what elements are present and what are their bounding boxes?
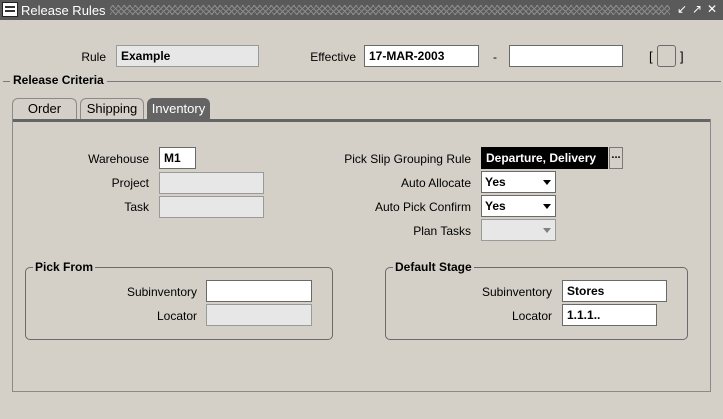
task-label: Task: [124, 200, 149, 214]
default-stage-locator-label: Locator: [511, 309, 552, 323]
chevron-down-icon: [543, 228, 551, 233]
window-title: Release Rules: [21, 3, 106, 18]
warehouse-field[interactable]: M1: [159, 147, 196, 169]
default-stage-locator-field[interactable]: 1.1.1..: [562, 304, 657, 326]
pick-from-locator-field[interactable]: [206, 304, 312, 326]
auto-pick-confirm-label: Auto Pick Confirm: [374, 200, 471, 214]
rule-label: Rule: [81, 50, 106, 64]
tab-order[interactable]: Order: [12, 98, 77, 119]
tab-shipping[interactable]: Shipping: [80, 98, 144, 119]
auto-allocate-select[interactable]: Yes: [481, 171, 556, 193]
plan-tasks-select[interactable]: [481, 219, 556, 241]
flex-bracket-open: [: [649, 49, 653, 64]
chevron-down-icon: [543, 204, 551, 209]
auto-allocate-label: Auto Allocate: [400, 176, 471, 190]
auto-allocate-value: Yes: [485, 175, 506, 189]
project-label: Project: [111, 176, 149, 190]
pick-from-locator-label: Locator: [156, 309, 197, 323]
app-icon: [2, 2, 18, 17]
effective-to-field[interactable]: [509, 45, 623, 67]
flex-bracket-close: ]: [680, 49, 684, 64]
auto-pick-confirm-value: Yes: [485, 199, 506, 213]
close-icon[interactable]: ✕: [705, 2, 719, 17]
auto-pick-confirm-select[interactable]: Yes: [481, 195, 556, 217]
effective-from-field[interactable]: 17-MAR-2003: [364, 45, 479, 67]
minimize-icon[interactable]: ↙: [675, 2, 689, 17]
pick-from-subinventory-field[interactable]: [206, 280, 312, 302]
default-stage-subinventory-field[interactable]: Stores: [562, 280, 667, 302]
project-field[interactable]: [159, 172, 264, 194]
title-bar-pattern: [110, 5, 670, 15]
tab-panel-top-bar: [13, 119, 710, 122]
pick-slip-grouping-field[interactable]: Departure, Delivery: [481, 147, 608, 169]
default-stage-subinventory-label: Subinventory: [481, 285, 552, 299]
list-of-values-button[interactable]: ...: [609, 147, 623, 169]
plan-tasks-label: Plan Tasks: [413, 224, 471, 238]
release-criteria-title: Release Criteria: [10, 73, 107, 87]
pick-from-subinventory-label: Subinventory: [126, 285, 197, 299]
descriptive-flexfield[interactable]: [657, 45, 676, 67]
tab-inventory[interactable]: Inventory: [147, 98, 210, 119]
section-divider: [3, 81, 721, 82]
chevron-down-icon: [543, 180, 551, 185]
restore-icon[interactable]: ↗: [690, 2, 704, 17]
task-field[interactable]: [159, 196, 264, 218]
effective-label: Effective: [310, 50, 356, 64]
rule-field[interactable]: Example: [116, 45, 259, 67]
pick-slip-grouping-label: Pick Slip Grouping Rule: [344, 152, 471, 166]
pick-from-title: Pick From: [33, 260, 96, 274]
default-stage-title: Default Stage: [393, 260, 474, 274]
date-range-dash: -: [493, 50, 497, 64]
title-bar: Release Rules ↙ ↗ ✕: [0, 0, 723, 20]
warehouse-label: Warehouse: [88, 152, 149, 166]
